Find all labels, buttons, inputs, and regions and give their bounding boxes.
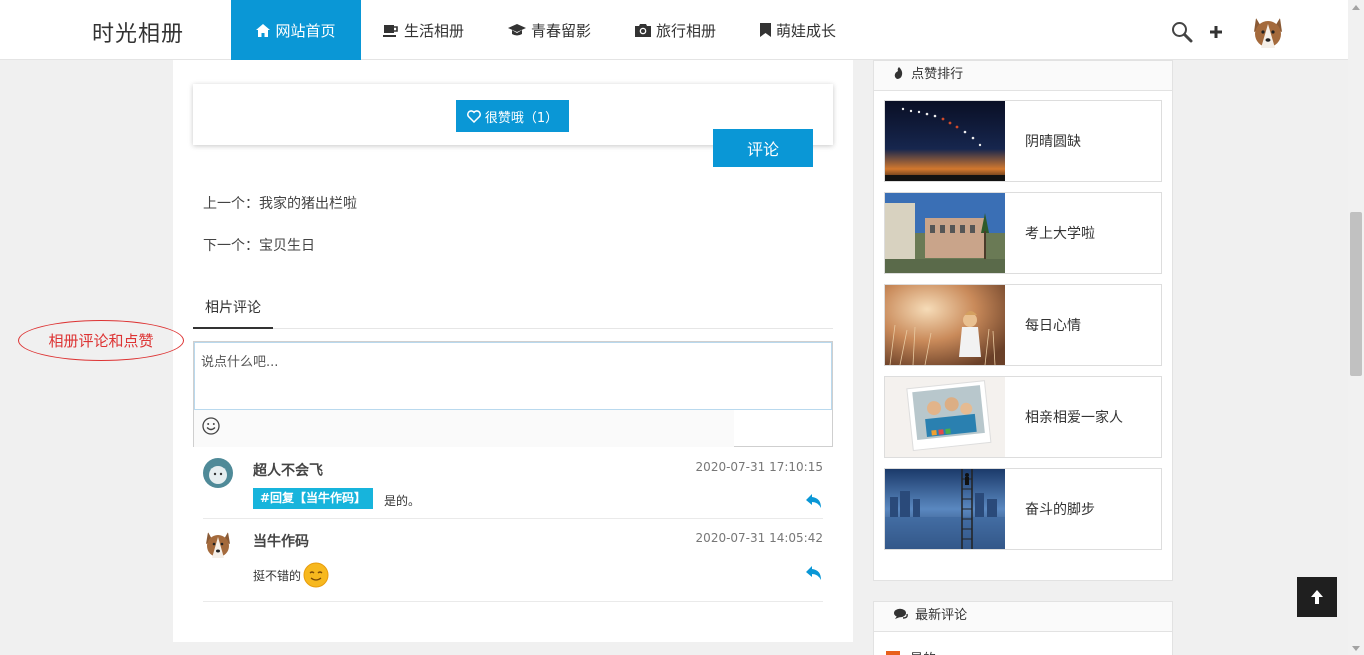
rank-thumbnail — [885, 193, 1005, 273]
panel-title-text: 点赞排行 — [911, 67, 964, 82]
next-album-link[interactable]: 下一个：宝贝生日 — [203, 235, 315, 255]
camera-icon — [635, 23, 652, 37]
home-icon — [256, 23, 271, 37]
latest-comment-text: 是的 — [910, 648, 936, 655]
rank-item[interactable]: 奋斗的脚步 — [884, 468, 1162, 550]
comment-text: 是的。 — [384, 494, 421, 508]
comment-tabs: 相片评论 — [193, 292, 833, 329]
rank-item[interactable]: 阴晴圆缺 — [884, 100, 1162, 182]
scroll-down-arrow[interactable] — [1351, 643, 1361, 653]
comment-author[interactable]: 超人不会飞 — [253, 460, 323, 480]
comment-time: 2020-07-31 17:10:15 — [695, 460, 823, 474]
avatar[interactable] — [203, 458, 233, 488]
like-label: 很赞哦（1） — [484, 110, 559, 126]
emoji-icon[interactable] — [202, 417, 220, 435]
nav-label: 网站首页 — [275, 21, 336, 40]
comment-editor: 说点什么吧... — [193, 341, 833, 447]
album-detail-panel: 很赞哦（1） 上一个：我家的猪出栏啦 下一个：宝贝生日 相片评论 说点什么吧..… — [173, 60, 853, 642]
back-to-top-button[interactable] — [1297, 577, 1337, 617]
nav-item-youth[interactable]: 青春留影 — [486, 0, 613, 60]
nav-label: 旅行相册 — [656, 21, 717, 40]
nav-label: 萌娃成长 — [776, 21, 837, 40]
rank-item[interactable]: 考上大学啦 — [884, 192, 1162, 274]
nav-item-life[interactable]: 生活相册 — [361, 0, 486, 60]
submit-comment-button[interactable]: 评论 — [713, 129, 813, 167]
comment-marker-icon — [886, 650, 900, 655]
comment-time: 2020-07-31 14:05:42 — [695, 531, 823, 545]
like-button[interactable]: 很赞哦（1） — [456, 100, 569, 132]
tab-photo-comments[interactable]: 相片评论 — [193, 292, 273, 329]
comment-item: 超人不会飞 2020-07-31 17:10:15 #回复【当牛作码】 是的。 — [203, 458, 823, 509]
rank-title: 每日心情 — [1025, 318, 1081, 334]
comment-item: 当牛作码 2020-07-31 14:05:42 挺不错的 — [203, 529, 823, 589]
reply-tag[interactable]: #回复【当牛作码】 — [253, 488, 374, 509]
comments-icon — [894, 608, 908, 619]
nav-item-travel[interactable]: 旅行相册 — [613, 0, 738, 60]
top-navbar: 时光相册 网站首页 生活相册 青春留影 旅行相册 萌娃成长 — [0, 0, 1348, 60]
scroll-up-arrow[interactable] — [1351, 2, 1361, 12]
rank-item[interactable]: 每日心情 — [884, 284, 1162, 366]
bookmark-icon — [760, 23, 772, 37]
graduation-cap-icon — [508, 23, 527, 37]
comment-divider — [203, 601, 823, 602]
arrow-up-icon — [1311, 590, 1323, 604]
rank-item[interactable]: 相亲相爱一家人 — [884, 376, 1162, 458]
panel-title: 点赞排行 — [874, 61, 1172, 91]
rank-thumbnail — [885, 101, 1005, 181]
coffee-cup-icon — [383, 24, 399, 37]
like-ranking-panel: 点赞排行 阴晴圆缺 考上大学啦 每日心情 相亲相爱一家人 奋斗的脚步 — [873, 60, 1173, 581]
rank-title: 阴晴圆缺 — [1025, 134, 1081, 150]
header-tools — [1170, 14, 1286, 50]
smiley-emoji-icon — [303, 562, 329, 588]
rank-title: 奋斗的脚步 — [1025, 502, 1095, 518]
latest-comments-panel: 最新评论 是的 — [873, 601, 1173, 655]
reply-icon[interactable] — [805, 493, 823, 509]
panel-title: 最新评论 — [874, 602, 1172, 632]
panel-title-text: 最新评论 — [915, 608, 968, 623]
fire-icon — [894, 67, 903, 79]
nav-item-home[interactable]: 网站首页 — [231, 0, 361, 60]
avatar[interactable] — [203, 529, 233, 559]
annotation-label: 相册评论和点赞 — [18, 320, 184, 361]
site-logo[interactable]: 时光相册 — [92, 16, 184, 48]
prev-album-link[interactable]: 上一个：我家的猪出栏啦 — [203, 193, 357, 213]
rank-title: 考上大学啦 — [1025, 226, 1095, 242]
comment-author[interactable]: 当牛作码 — [253, 531, 309, 551]
comment-divider — [203, 518, 823, 519]
nav-label: 青春留影 — [531, 21, 592, 40]
scrollbar-thumb[interactable] — [1350, 212, 1362, 376]
latest-comment-item[interactable]: 是的 — [886, 648, 936, 655]
comment-toolbar — [194, 410, 734, 447]
rank-title: 相亲相爱一家人 — [1025, 410, 1123, 426]
rank-thumbnail — [885, 285, 1005, 365]
user-avatar[interactable] — [1250, 14, 1286, 50]
main-nav: 网站首页 生活相册 青春留影 旅行相册 萌娃成长 — [231, 0, 858, 60]
search-icon[interactable] — [1170, 16, 1194, 48]
heart-icon — [466, 109, 481, 123]
rank-thumbnail — [885, 469, 1005, 549]
comment-text: 挺不错的 — [253, 569, 302, 583]
reply-icon[interactable] — [805, 565, 823, 581]
nav-item-kids[interactable]: 萌娃成长 — [738, 0, 858, 60]
rank-thumbnail — [885, 377, 1005, 457]
plus-icon[interactable] — [1204, 16, 1228, 48]
nav-label: 生活相册 — [404, 21, 465, 40]
comment-input[interactable]: 说点什么吧... — [194, 342, 832, 410]
